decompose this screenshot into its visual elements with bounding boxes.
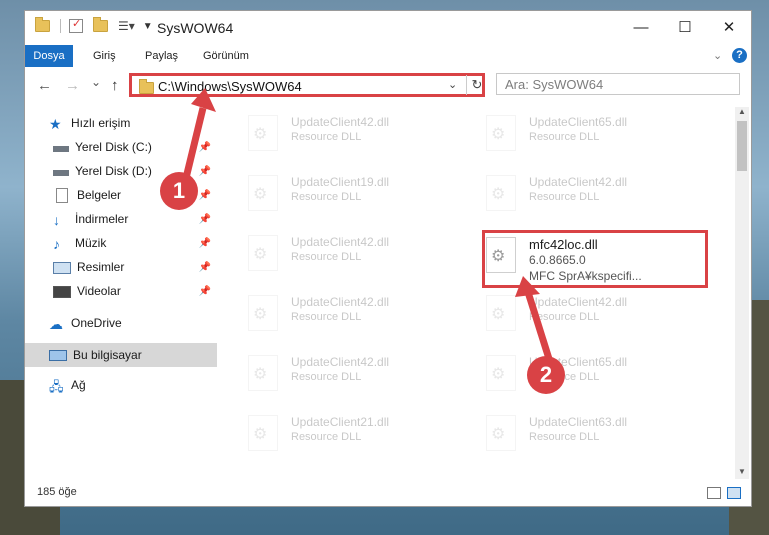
arrow-2-head <box>515 276 540 297</box>
step-marker-1: 1 <box>160 172 198 210</box>
step-marker-2: 2 <box>527 356 565 394</box>
arrow-1 <box>182 107 207 179</box>
annotation-arrows <box>182 88 554 364</box>
arrow-2 <box>524 290 554 364</box>
